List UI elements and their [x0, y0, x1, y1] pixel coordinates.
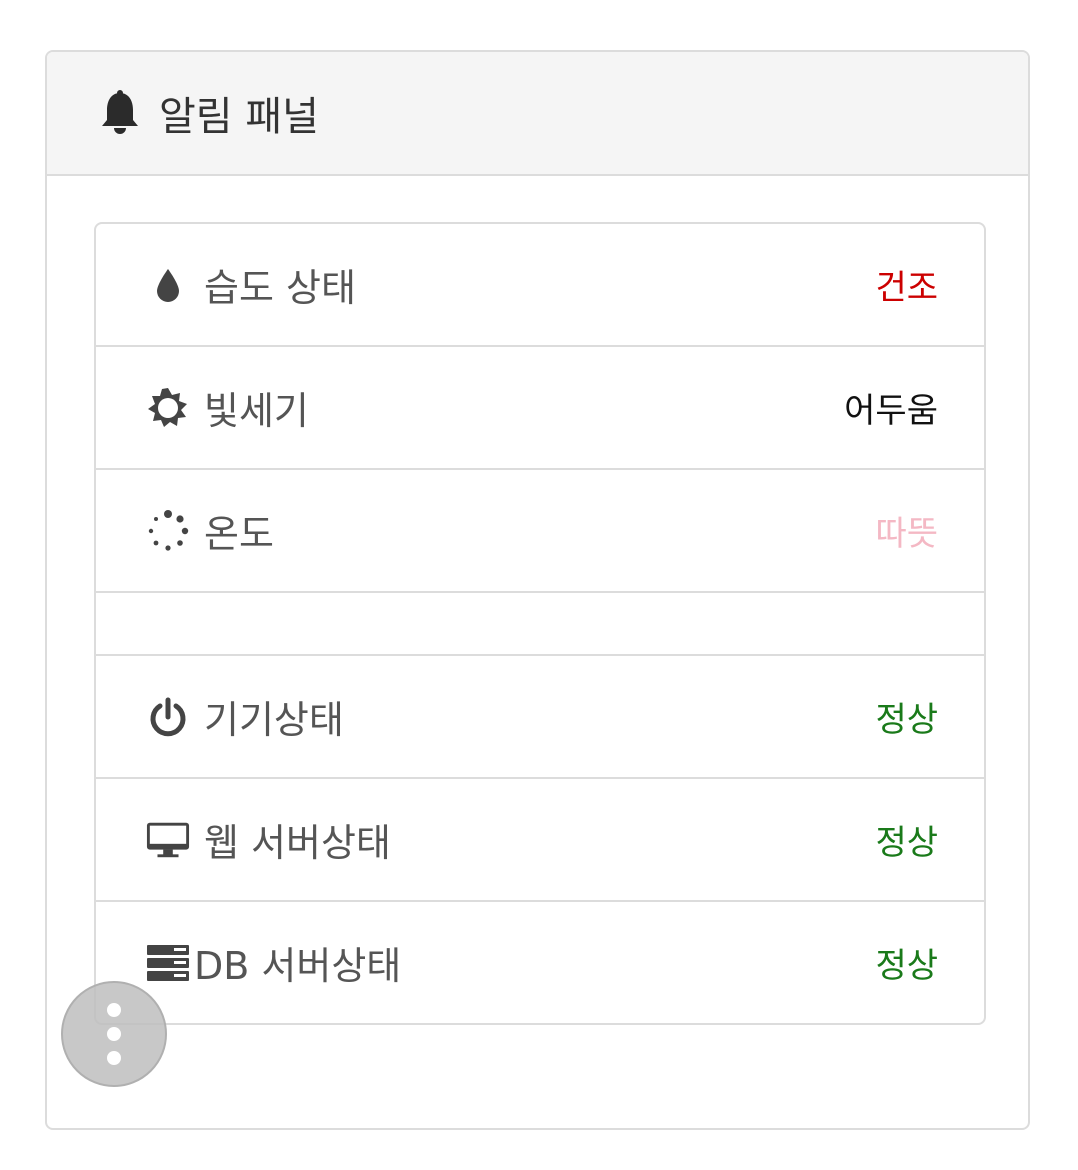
status-value: 정상 — [875, 946, 938, 986]
row-label: DB 서버상태 — [194, 944, 402, 988]
status-value: 정상 — [875, 700, 938, 740]
status-value: 정상 — [875, 823, 938, 863]
list-spacer — [96, 593, 984, 656]
list-item-device-status[interactable]: 기기상태 정상 — [96, 656, 984, 779]
list-item-web-server[interactable]: 웹 서버상태 정상 — [96, 779, 984, 902]
server-icon — [146, 941, 190, 985]
spinner-icon — [146, 509, 190, 553]
monitor-icon — [146, 818, 190, 862]
row-label: 기기상태 — [204, 698, 344, 742]
more-vertical-icon — [107, 1051, 121, 1065]
alert-panel: 알림 패널 습도 상태 건조 빛세기 어두움 온도 따뜻 기기상태 정상 웹 서… — [45, 50, 1030, 1130]
status-value: 건조 — [875, 268, 938, 308]
panel-header: 알림 패널 — [47, 52, 1028, 176]
more-vertical-icon — [107, 1027, 121, 1041]
status-value: 따뜻 — [875, 514, 938, 554]
panel-title: 알림 패널 — [159, 94, 319, 140]
row-label: 습도 상태 — [204, 266, 356, 310]
list-item-db-server[interactable]: DB 서버상태 정상 — [96, 902, 984, 1023]
status-list: 습도 상태 건조 빛세기 어두움 온도 따뜻 기기상태 정상 웹 서버상태 정상… — [94, 222, 986, 1025]
list-item-temperature[interactable]: 온도 따뜻 — [96, 470, 984, 593]
list-item-humidity[interactable]: 습도 상태 건조 — [96, 224, 984, 347]
sun-icon — [146, 386, 190, 430]
list-item-brightness[interactable]: 빛세기 어두움 — [96, 347, 984, 470]
bell-icon — [99, 90, 141, 136]
power-icon — [146, 695, 190, 739]
row-label: 빛세기 — [204, 389, 309, 433]
row-label: 온도 — [204, 512, 274, 556]
row-label: 웹 서버상태 — [204, 821, 391, 865]
more-options-button[interactable] — [61, 981, 167, 1087]
more-vertical-icon — [107, 1003, 121, 1017]
status-value: 어두움 — [844, 391, 938, 431]
droplet-icon — [146, 263, 190, 307]
